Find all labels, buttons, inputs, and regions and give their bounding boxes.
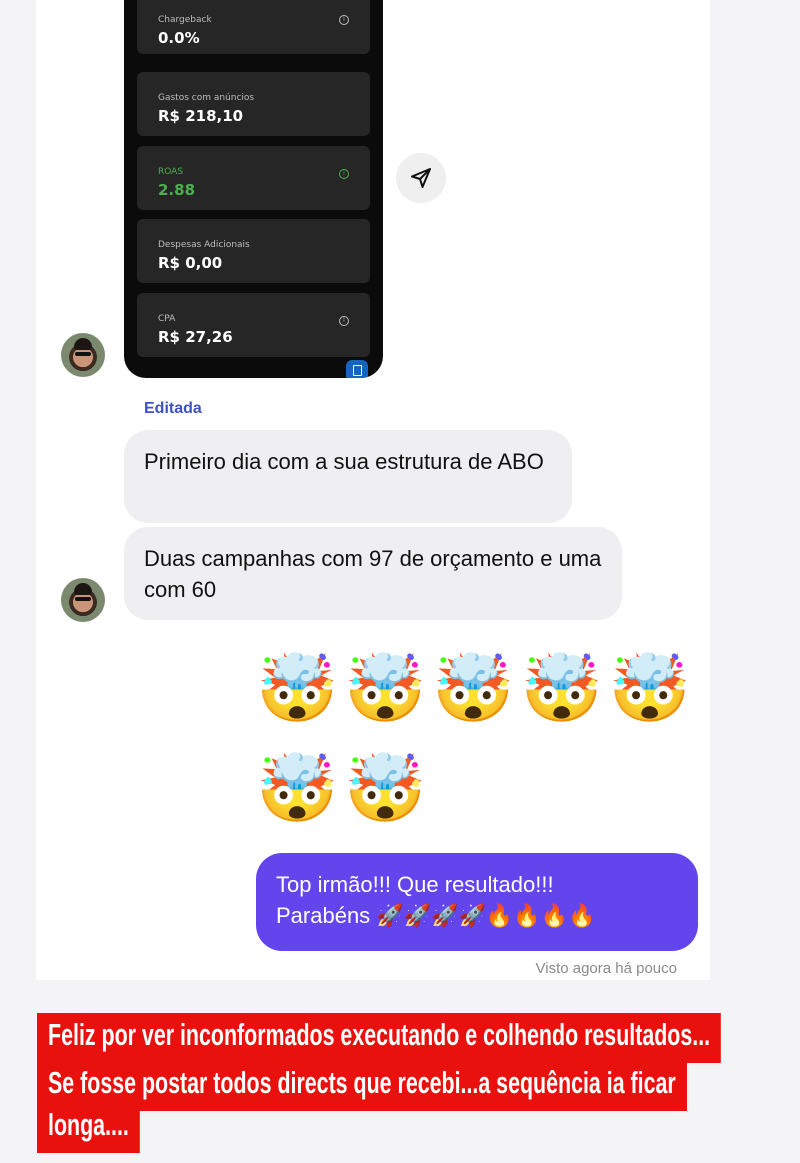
- incoming-message[interactable]: Primeiro dia com a sua estrutura de ABO: [124, 430, 572, 523]
- avatar[interactable]: [61, 333, 105, 377]
- shared-dashboard-screenshot[interactable]: Chargeback 0.0% i Gastos com anúncios R$…: [124, 0, 383, 378]
- metric-card-additional-expenses: Despesas Adicionais R$ 0,00: [137, 219, 370, 283]
- share-button[interactable]: [396, 153, 446, 203]
- metric-value: 2.88: [158, 181, 196, 199]
- clipboard-icon[interactable]: [346, 360, 368, 378]
- metric-value: R$ 0,00: [158, 254, 223, 272]
- metric-card-ad-spend: Gastos com anúncios R$ 218,10: [137, 72, 370, 136]
- metric-card-roas: ROAS 2.88 i: [137, 146, 370, 210]
- metric-label: ROAS: [158, 167, 184, 177]
- metric-value: R$ 27,26: [158, 328, 233, 346]
- emoji-message-row[interactable]: 🤯🤯: [256, 748, 432, 828]
- edited-label: Editada: [144, 400, 202, 417]
- caption-line: Feliz por ver inconformados executando e…: [37, 1013, 722, 1063]
- send-icon: [411, 168, 431, 188]
- info-icon[interactable]: i: [339, 169, 349, 179]
- avatar[interactable]: [61, 578, 105, 622]
- metric-label: CPA: [158, 314, 176, 324]
- metric-label: Despesas Adicionais: [158, 240, 250, 250]
- metric-label: Gastos com anúncios: [158, 93, 255, 103]
- outgoing-message-line: Top irmão!!! Que resultado!!!: [276, 872, 554, 897]
- metric-value: 0.0%: [158, 29, 200, 47]
- metric-card-chargeback: Chargeback 0.0% i: [137, 0, 370, 54]
- caption-line: longa....: [37, 1103, 140, 1153]
- emoji-message-row[interactable]: 🤯🤯🤯🤯🤯: [256, 648, 697, 728]
- outgoing-message-line: Parabéns 🚀🚀🚀🚀🔥🔥🔥🔥: [276, 903, 596, 928]
- info-icon[interactable]: i: [339, 15, 349, 25]
- seen-status: Visto agora há pouco: [535, 960, 678, 977]
- metric-card-cpa: CPA R$ 27,26 i: [137, 293, 370, 357]
- incoming-message[interactable]: Duas campanhas com 97 de orçamento e uma…: [124, 527, 622, 620]
- metric-value: R$ 218,10: [158, 107, 244, 125]
- info-icon[interactable]: i: [339, 316, 349, 326]
- metric-label: Chargeback: [158, 15, 212, 25]
- outgoing-message[interactable]: Top irmão!!! Que resultado!!! Parabéns 🚀…: [256, 853, 698, 951]
